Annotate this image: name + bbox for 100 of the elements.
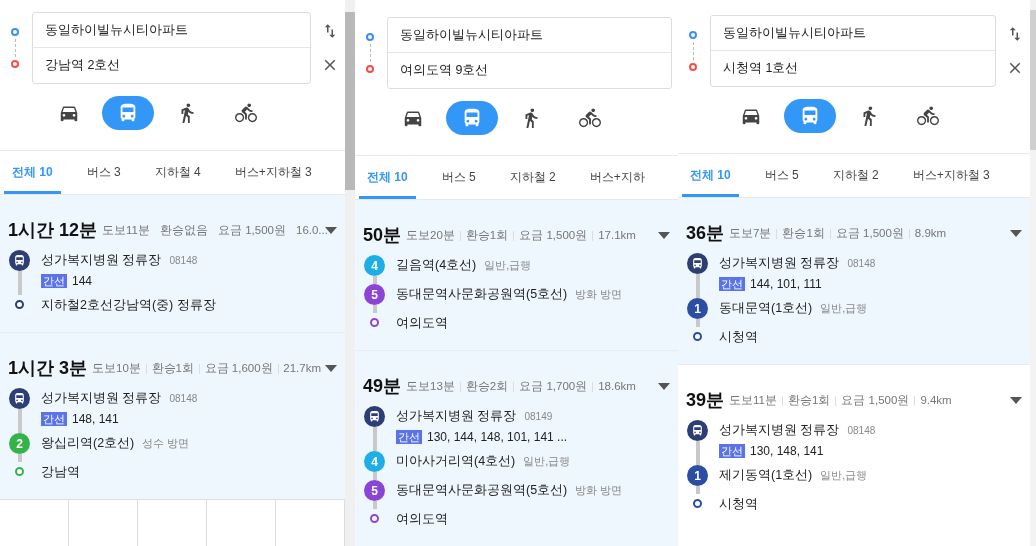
bus-numbers: 130, 148, 141 (750, 443, 824, 460)
stop-name: 미아사거리역(4호선) (396, 453, 516, 470)
route-tab[interactable]: 버스+지하 (581, 156, 653, 199)
route-detail: 도보10분 (92, 360, 141, 376)
direction-note: 방화 방면 (575, 287, 623, 302)
route-detail: 16.0... (296, 222, 328, 238)
route-card[interactable]: 1시간 12분 도보11분 환승없음 요금 1,500원 16.0... 성가복지병원 정류장 08148 간선 144 지하철2호선강남역(중) 정류장 (0, 195, 345, 332)
route-card[interactable]: 49분 도보13분 환승2회 요금 1,700원 18.6km 성가복지병원 정류장 08149 간선 130, 144, 148, 101, 141 ... 4 미아사거리역(4호선) 일반,급행 5 동대문역사문화공원역(5호선) 방화 방면 여의도역 (355, 350, 678, 546)
route-detail: 요금 1,500원 (218, 222, 286, 238)
direction-note: 일반,급행 (820, 468, 868, 483)
stop-name: 여의도역 (396, 511, 448, 528)
direction-note: 성수 방면 (142, 436, 190, 451)
line-badge: 4 (364, 255, 385, 276)
route-card[interactable]: 1시간 3분 도보10분 환승1회 요금 1,600원 21.7km 성가복지병원 정류장 08148 간선 148, 141 2 왕십리역(2호선) 성수 방면 강남역 (0, 332, 345, 499)
destination-field[interactable]: 여의도역 9호선 (388, 53, 671, 88)
expand-caret-icon[interactable] (325, 364, 337, 373)
route-detail: 요금 1,600원 (204, 360, 273, 376)
route-duration: 1시간 3분 (8, 357, 88, 380)
line-badge: 5 (364, 284, 385, 305)
route-tab[interactable]: 지하철 2 (501, 156, 564, 199)
route-detail: 환승1회 (788, 392, 831, 408)
bus-mode-button[interactable] (783, 99, 836, 133)
route-detail: 9.4km (920, 392, 952, 408)
direction-note: 일반,급행 (484, 258, 532, 273)
route-tab[interactable]: 지하철 2 (824, 154, 887, 197)
route-detail: 도보20분 (406, 227, 455, 243)
route-detail: 요금 1,500원 (841, 392, 910, 408)
stop-name: 성가복지병원 정류장 (41, 252, 162, 269)
bus-numbers: 144 (72, 273, 93, 290)
stop-name: 시청역 (719, 329, 758, 346)
stop-name: 성가복지병원 정류장 (719, 255, 840, 272)
expand-caret-icon[interactable] (658, 382, 670, 391)
route-detail: 환승2회 (465, 378, 509, 394)
bus-numbers: 148, 141 (72, 411, 119, 428)
stop-name: 성가복지병원 정류장 (719, 422, 840, 439)
destination-field[interactable]: 강남역 2호선 (33, 48, 310, 83)
bicycle-icon (579, 107, 601, 129)
line-badge: 2 (9, 433, 30, 454)
route-search-form[interactable]: 동일하이빌뉴시티아파트 여의도역 9호선 (387, 17, 672, 89)
origin-field[interactable]: 동일하이빌뉴시티아파트 (33, 13, 310, 48)
direction-note: 일반,급행 (523, 454, 571, 469)
bus-mode-button[interactable] (102, 96, 154, 130)
expand-caret-icon[interactable] (1010, 396, 1022, 405)
route-card[interactable]: 36분 도보7분 환승1회 요금 1,500원 8.9km 성가복지병원 정류장 08148 간선 144, 101, 111 1 동대문역(1호선) 일반,급행 시청역 (678, 198, 1030, 364)
stop-name: 여의도역 (396, 315, 448, 332)
route-tab[interactable]: 버스 5 (756, 154, 807, 197)
stop-code: 08148 (847, 424, 876, 438)
bus-mode-button[interactable] (446, 101, 498, 135)
route-tab[interactable]: 지하철 4 (146, 151, 209, 194)
direction-note: 일반,급행 (820, 301, 868, 316)
route-detail: 환승1회 (151, 360, 194, 376)
origin-field[interactable]: 동일하이빌뉴시티아파트 (711, 16, 995, 51)
route-tab[interactable]: 버스 3 (78, 151, 129, 194)
stop-name: 제기동역(1호선) (719, 467, 813, 484)
route-detail: 8.9km (914, 225, 947, 241)
route-type-tag: 간선 (719, 277, 745, 291)
route-search-form[interactable]: 동일하이빌뉴시티아파트 시청역 1호선 (710, 15, 996, 87)
origin-field[interactable]: 동일하이빌뉴시티아파트 (388, 18, 671, 53)
route-card[interactable]: 50분 도보20분 환승1회 요금 1,500원 17.1km 4 길음역(4호선) 일반,급행 5 동대문역사문화공원역(5호선) 방화 방면 여의도역 (355, 200, 678, 350)
stop-code: 08148 (169, 254, 198, 268)
stop-name: 길음역(4호선) (396, 257, 477, 274)
route-detail: 요금 1,700원 (519, 378, 588, 394)
bus-numbers: 144, 101, 111 (750, 276, 822, 293)
route-duration: 36분 (686, 222, 725, 245)
route-detail: 21.7km (283, 360, 321, 376)
route-type-tag: 간선 (41, 412, 67, 426)
route-detail: 요금 1,500원 (835, 225, 904, 241)
scroll-bar[interactable] (1030, 0, 1036, 546)
stop-name: 동대문역(1호선) (719, 300, 813, 317)
expand-caret-icon[interactable] (325, 226, 337, 235)
route-tab[interactable]: 버스+지하철 3 (226, 151, 320, 194)
stop-name: 왕십리역(2호선) (41, 435, 135, 452)
direction-note: 방화 방면 (575, 483, 623, 498)
route-detail: 도보13분 (406, 378, 455, 394)
expand-caret-icon[interactable] (658, 231, 670, 240)
scroll-bar[interactable] (345, 0, 355, 546)
stop-code: 08148 (169, 392, 198, 406)
line-badge: 5 (364, 480, 385, 501)
line-badge: 1 (687, 465, 708, 486)
route-duration: 39분 (686, 389, 725, 412)
route-detail: 도보11분 (729, 392, 777, 408)
stop-name: 지하철2호선강남역(중) 정류장 (41, 297, 216, 314)
line-badge: 1 (687, 298, 708, 319)
expand-caret-icon[interactable] (1010, 229, 1022, 238)
route-detail: 도보11분 (102, 222, 150, 238)
line-badge: 4 (364, 451, 385, 472)
route-search-form[interactable]: 동일하이빌뉴시티아파트 강남역 2호선 (32, 12, 311, 84)
route-detail: 환승1회 (465, 227, 509, 243)
route-tab[interactable]: 버스+지하철 3 (904, 154, 998, 197)
stop-name: 동대문역사문화공원역(5호선) (396, 482, 568, 499)
bicycle-icon (235, 102, 257, 124)
route-type-tag: 간선 (719, 444, 745, 458)
destination-field[interactable]: 시청역 1호선 (711, 51, 995, 86)
route-detail: 요금 1,500원 (519, 227, 588, 243)
stop-code: 08149 (524, 410, 553, 424)
stop-name: 강남역 (41, 464, 80, 481)
route-detail: 환승없음 (160, 222, 208, 238)
route-duration: 50분 (363, 224, 402, 247)
route-type-tag: 간선 (396, 430, 422, 444)
route-tab[interactable]: 버스 5 (433, 156, 484, 199)
